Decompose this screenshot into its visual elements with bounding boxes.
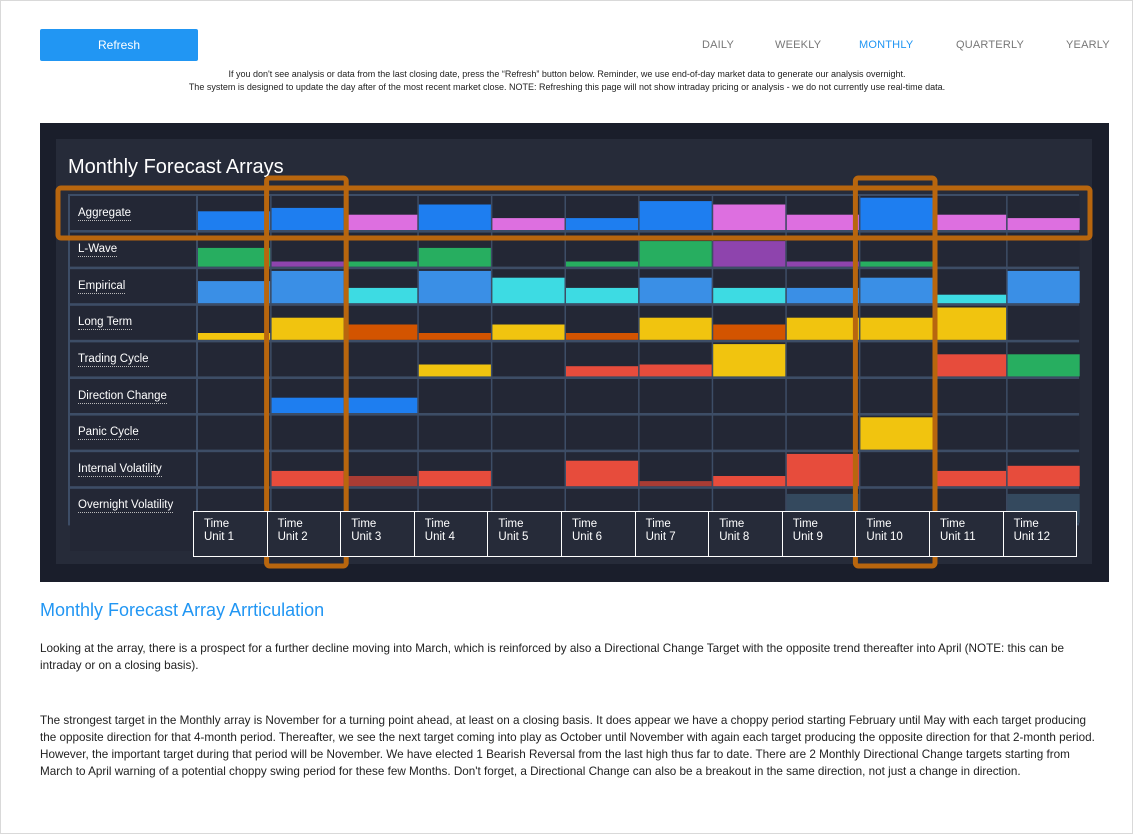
tab-yearly[interactable]: YEARLY bbox=[1066, 39, 1110, 51]
time-unit-cell: Time Unit 7 bbox=[634, 511, 710, 557]
row-label-text: Empirical bbox=[78, 279, 126, 294]
row-label[interactable]: Empirical bbox=[70, 269, 196, 303]
row-label[interactable]: Aggregate bbox=[70, 196, 196, 230]
time-unit-cell: Time Unit 10 bbox=[855, 511, 930, 557]
row-label[interactable]: L-Wave bbox=[70, 233, 196, 267]
period-tabs: DAILY WEEKLY MONTHLY QUARTERLY YEARLY bbox=[0, 39, 1134, 55]
row-label[interactable]: Long Term bbox=[70, 306, 196, 340]
row-label[interactable]: Panic Cycle bbox=[70, 416, 196, 450]
time-unit-cell: Time Unit 1 bbox=[193, 511, 268, 557]
time-unit-cell: Time Unit 4 bbox=[413, 511, 489, 557]
article-paragraph-2: The strongest target in the Monthly arra… bbox=[40, 714, 1095, 778]
time-unit-cell: Time Unit 5 bbox=[487, 511, 562, 557]
notice-line-2: The system is designed to update the day… bbox=[188, 82, 946, 92]
notice-line-1: If you don't see analysis or data from t… bbox=[228, 69, 906, 79]
article-paragraph-1: Looking at the array, there is a prospec… bbox=[40, 642, 1065, 672]
row-label-text: L-Wave bbox=[78, 243, 118, 258]
row-label-text: Overnight Volatility bbox=[78, 499, 174, 514]
row-label[interactable]: Overnight Volatility bbox=[70, 489, 196, 523]
article-title: Monthly Forecast Array Arrticulation bbox=[40, 600, 325, 620]
row-label-text: Direction Change bbox=[78, 389, 167, 404]
tab-quarterly[interactable]: QUARTERLY bbox=[956, 39, 1024, 51]
tab-weekly[interactable]: WEEKLY bbox=[775, 39, 821, 51]
time-unit-cell: Time Unit 2 bbox=[266, 511, 342, 557]
tab-monthly[interactable]: MONTHLY bbox=[859, 39, 913, 51]
time-unit-cell: Time Unit 9 bbox=[781, 511, 857, 557]
forecast-panel-inner bbox=[56, 139, 1092, 564]
time-unit-cell: Time Unit 8 bbox=[708, 511, 783, 557]
refresh-notice: If you don't see analysis or data from t… bbox=[40, 68, 1094, 94]
row-label-text: Panic Cycle bbox=[78, 426, 139, 441]
time-unit-cell: Time Unit 3 bbox=[340, 511, 415, 557]
row-label-text: Trading Cycle bbox=[78, 352, 149, 367]
row-label-text: Internal Volatility bbox=[78, 462, 162, 477]
row-label[interactable]: Trading Cycle bbox=[70, 342, 196, 376]
row-label-text: Aggregate bbox=[78, 206, 132, 221]
row-label[interactable]: Direction Change bbox=[70, 379, 196, 413]
panel-title: Monthly Forecast Arrays bbox=[68, 156, 284, 178]
row-label[interactable]: Internal Volatility bbox=[70, 452, 196, 486]
row-label-text: Long Term bbox=[78, 316, 133, 331]
tab-daily[interactable]: DAILY bbox=[702, 39, 734, 51]
time-unit-cell: Time Unit 6 bbox=[561, 511, 636, 557]
time-unit-cell: Time Unit 12 bbox=[1002, 511, 1078, 557]
time-unit-cell: Time Unit 11 bbox=[929, 511, 1004, 557]
